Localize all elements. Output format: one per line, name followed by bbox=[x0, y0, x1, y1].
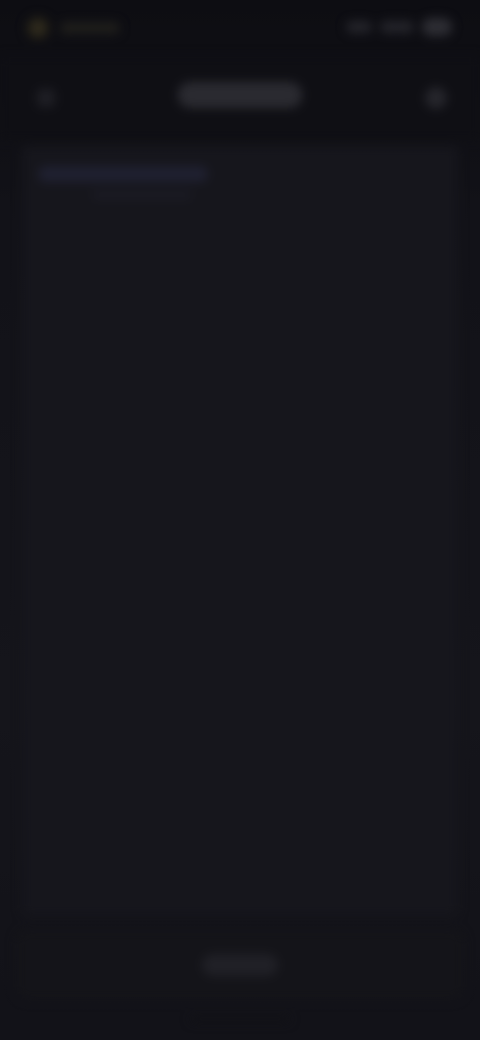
blurred-screen-content bbox=[0, 0, 480, 1040]
more-options-button[interactable] bbox=[416, 78, 456, 118]
back-arrow-icon bbox=[37, 89, 55, 107]
status-time-placeholder bbox=[60, 22, 120, 34]
battery-icon bbox=[422, 18, 452, 36]
phone-screen bbox=[0, 0, 480, 1040]
status-bar bbox=[0, 0, 480, 56]
bottom-primary-button[interactable] bbox=[202, 954, 278, 976]
main-content-area bbox=[22, 146, 458, 916]
page-title bbox=[178, 82, 302, 108]
bottom-action-bar bbox=[16, 930, 464, 1000]
content-subtext-placeholder bbox=[92, 190, 192, 200]
more-options-icon bbox=[425, 87, 447, 109]
status-left-group bbox=[26, 16, 120, 40]
signal-icon bbox=[346, 21, 372, 33]
home-indicator[interactable] bbox=[190, 1016, 290, 1022]
top-toolbar bbox=[0, 56, 480, 140]
back-button[interactable] bbox=[28, 80, 64, 116]
status-right-group bbox=[346, 18, 452, 36]
app-indicator-icon bbox=[26, 16, 50, 40]
content-heading-placeholder bbox=[38, 166, 208, 182]
wifi-icon bbox=[380, 21, 414, 33]
